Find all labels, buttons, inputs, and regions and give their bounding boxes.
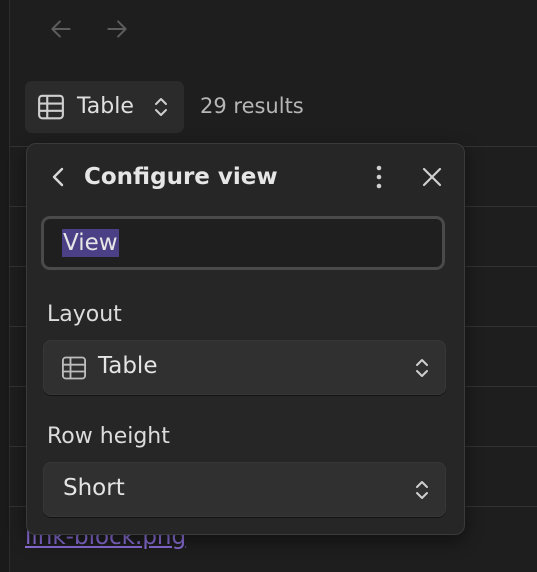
close-button[interactable] bbox=[417, 162, 447, 192]
chevron-left-icon bbox=[52, 167, 64, 187]
close-icon bbox=[422, 167, 442, 187]
arrow-left-icon bbox=[51, 20, 71, 38]
table-icon bbox=[35, 92, 67, 122]
view-switcher-label: Table bbox=[77, 94, 134, 119]
layout-label: Layout bbox=[47, 302, 122, 327]
layout-selected-value: Table bbox=[98, 353, 158, 379]
more-vertical-icon bbox=[376, 165, 382, 189]
more-options-button[interactable] bbox=[365, 162, 393, 192]
arrow-right-icon bbox=[107, 20, 127, 38]
configure-view-panel: Configure view View Layout Table Row hei… bbox=[26, 143, 465, 535]
back-chevron-button[interactable] bbox=[45, 162, 73, 192]
left-sidebar-edge bbox=[0, 0, 10, 572]
chevron-up-down-icon bbox=[416, 481, 428, 499]
view-switcher-button[interactable]: Table bbox=[25, 81, 184, 133]
row-height-label: Row height bbox=[47, 424, 170, 449]
panel-title: Configure view bbox=[84, 164, 278, 190]
chevron-up-down-icon bbox=[151, 93, 171, 121]
chevron-up-down-icon bbox=[416, 359, 428, 377]
table-icon bbox=[59, 353, 89, 383]
forward-button[interactable] bbox=[102, 14, 132, 44]
layout-select[interactable]: Table bbox=[43, 340, 446, 395]
row-height-selected-value: Short bbox=[63, 475, 125, 501]
view-name-value: View bbox=[62, 229, 119, 257]
app-window: Table 29 results link-block.png Configur… bbox=[0, 0, 537, 572]
row-height-select[interactable]: Short bbox=[43, 462, 446, 517]
back-button[interactable] bbox=[46, 14, 76, 44]
results-count: 29 results bbox=[200, 94, 304, 118]
view-name-input[interactable]: View bbox=[41, 216, 445, 270]
